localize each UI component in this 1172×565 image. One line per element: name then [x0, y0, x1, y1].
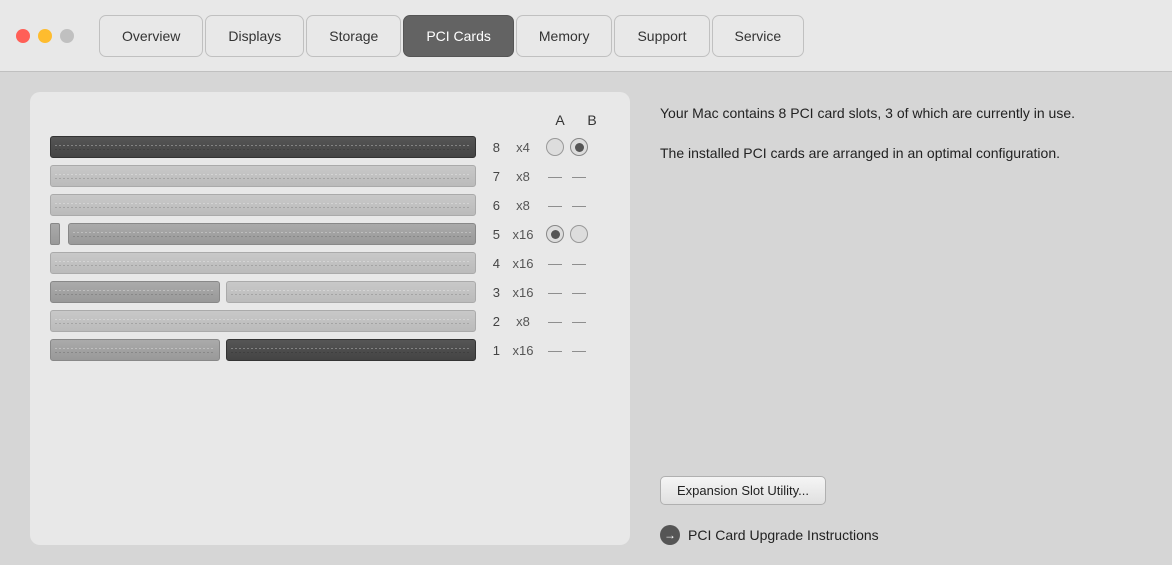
slot-indicators-2: — — — [546, 313, 610, 329]
slot-num-4: 4 — [482, 256, 500, 271]
slot-num-8: 8 — [482, 140, 500, 155]
upgrade-instructions-link[interactable]: → PCI Card Upgrade Instructions — [660, 525, 1142, 545]
minimize-button[interactable] — [38, 29, 52, 43]
slot-row-7: 7 x8 — — — [50, 165, 610, 187]
slot-5-radio-a[interactable] — [546, 225, 564, 243]
slot-speed-2: x8 — [506, 314, 540, 329]
slot-speed-6: x8 — [506, 198, 540, 213]
slot-row-8: 8 x4 — [50, 136, 610, 158]
slot-indicators-3: — — — [546, 284, 610, 300]
slot-row-1: 1 x16 — — — [50, 339, 610, 361]
expansion-slot-utility-button[interactable]: Expansion Slot Utility... — [660, 476, 826, 505]
slot-num-1: 1 — [482, 343, 500, 358]
slot-indicators-1: — — — [546, 342, 610, 358]
slot-speed-7: x8 — [506, 169, 540, 184]
column-headers: A B — [50, 112, 610, 128]
slot-num-7: 7 — [482, 169, 500, 184]
maximize-button[interactable] — [60, 29, 74, 43]
slot-speed-5: x16 — [506, 227, 540, 242]
slot-indicators-5 — [546, 225, 610, 243]
slot-bars-8 — [50, 136, 476, 158]
slot-speed-1: x16 — [506, 343, 540, 358]
tab-service[interactable]: Service — [712, 15, 805, 57]
info-description: Your Mac contains 8 PCI card slots, 3 of… — [660, 102, 1142, 165]
main-content: A B 8 x4 — [0, 72, 1172, 565]
window-controls — [16, 29, 74, 43]
tab-memory[interactable]: Memory — [516, 15, 613, 57]
info-text-2: The installed PCI cards are arranged in … — [660, 142, 1142, 164]
titlebar: Overview Displays Storage PCI Cards Memo… — [0, 0, 1172, 72]
slot-speed-8: x4 — [506, 140, 540, 155]
tab-storage[interactable]: Storage — [306, 15, 401, 57]
col-b-label: B — [576, 112, 608, 128]
slot-row-5: 5 x16 — [50, 223, 610, 245]
slot-num-5: 5 — [482, 227, 500, 242]
slot-speed-3: x16 — [506, 285, 540, 300]
slot-num-2: 2 — [482, 314, 500, 329]
tab-displays[interactable]: Displays — [205, 15, 304, 57]
slot-indicators-8 — [546, 138, 610, 156]
slot-8-radio-b[interactable] — [570, 138, 588, 156]
slot-row-3: 3 x16 — — — [50, 281, 610, 303]
info-text-1: Your Mac contains 8 PCI card slots, 3 of… — [660, 102, 1142, 124]
slot-speed-4: x16 — [506, 256, 540, 271]
tab-pci-cards[interactable]: PCI Cards — [403, 15, 514, 57]
info-panel: Your Mac contains 8 PCI card slots, 3 of… — [660, 92, 1142, 545]
slot-row-2: 2 x8 — — — [50, 310, 610, 332]
slot-indicators-6: — — — [546, 197, 610, 213]
slot-panel: A B 8 x4 — [30, 92, 630, 545]
tab-support[interactable]: Support — [614, 15, 709, 57]
arrow-right-icon: → — [660, 525, 680, 545]
tab-overview[interactable]: Overview — [99, 15, 203, 57]
slot-num-6: 6 — [482, 198, 500, 213]
slot-indicators-7: — — — [546, 168, 610, 184]
slot-indicators-4: — — — [546, 255, 610, 271]
slot-8-radio-a[interactable] — [546, 138, 564, 156]
slot-row-6: 6 x8 — — — [50, 194, 610, 216]
col-a-label: A — [544, 112, 576, 128]
slot-5-radio-b[interactable] — [570, 225, 588, 243]
slot-num-3: 3 — [482, 285, 500, 300]
close-button[interactable] — [16, 29, 30, 43]
slot-row-4: 4 x16 — — — [50, 252, 610, 274]
tab-bar: Overview Displays Storage PCI Cards Memo… — [98, 0, 805, 71]
